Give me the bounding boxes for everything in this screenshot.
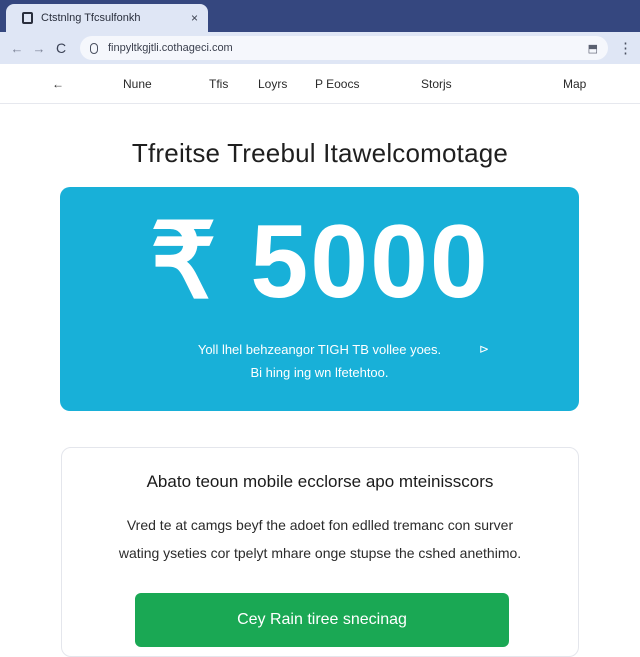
- tab-close-icon[interactable]: ×: [191, 11, 198, 25]
- cursor-icon: ⊳: [479, 342, 490, 356]
- browser-forward-icon[interactable]: →: [28, 41, 50, 56]
- nav-item-map[interactable]: Map: [563, 77, 586, 91]
- nav-item-3[interactable]: Loyrs: [258, 77, 287, 91]
- page-title: Tfreitse Treebul Itawelcomotage: [131, 138, 509, 168]
- card-text-line-2: wating yseties cor tpelyt mhare onge stu…: [118, 545, 522, 561]
- card-text-line-1: Vred te at camgs beyf the adoet fon edll…: [126, 517, 514, 533]
- rupee-icon: ₹: [150, 204, 219, 320]
- browser-tab[interactable]: Ctstnlng Tfcsulfonkh ×: [6, 4, 208, 32]
- nav-item-1[interactable]: Nune: [123, 77, 152, 91]
- reward-amount: ₹ 5000: [0, 210, 640, 314]
- card-title: Abato teoun mobile ecclorse apo mteiniss…: [146, 472, 494, 491]
- nav-item-5[interactable]: Storjs: [421, 77, 452, 91]
- address-bar[interactable]: finpyltkgjtli.cothageci.com ⬒: [80, 36, 608, 60]
- amount-value: 5000: [250, 204, 490, 320]
- tab-title: Ctstnlng Tfcsulfonkh: [41, 12, 141, 24]
- nav-item-4[interactable]: P Eoocs: [315, 77, 359, 91]
- site-nav: ← Nune Tfis Loyrs P Eoocs Storjs Map: [0, 64, 640, 104]
- url-text[interactable]: finpyltkgjtli.cothageci.com: [108, 42, 588, 54]
- banner-text-line-1: Yoll lhel behzeangor TIGH TB vollee yoes…: [197, 342, 442, 357]
- banner-text-line-2: Bi hing ing wn lfetehtoo.: [250, 365, 389, 380]
- nav-item-2[interactable]: Tfis: [209, 77, 228, 91]
- browser-back-icon[interactable]: ←: [6, 41, 28, 56]
- browser-menu-icon[interactable]: ⋮: [618, 39, 633, 57]
- reload-icon[interactable]: C: [50, 40, 72, 56]
- favicon-icon: [22, 12, 33, 24]
- site-info-icon[interactable]: [90, 42, 98, 54]
- nav-back-icon[interactable]: ←: [52, 77, 64, 91]
- extension-icon[interactable]: ⬒: [588, 42, 598, 55]
- browser-toolbar: ← → C finpyltkgjtli.cothageci.com ⬒ ⋮: [0, 32, 640, 64]
- cta-button[interactable]: Cey Rain tiree snecinag: [135, 593, 509, 647]
- browser-tab-bar: Ctstnlng Tfcsulfonkh ×: [0, 0, 640, 32]
